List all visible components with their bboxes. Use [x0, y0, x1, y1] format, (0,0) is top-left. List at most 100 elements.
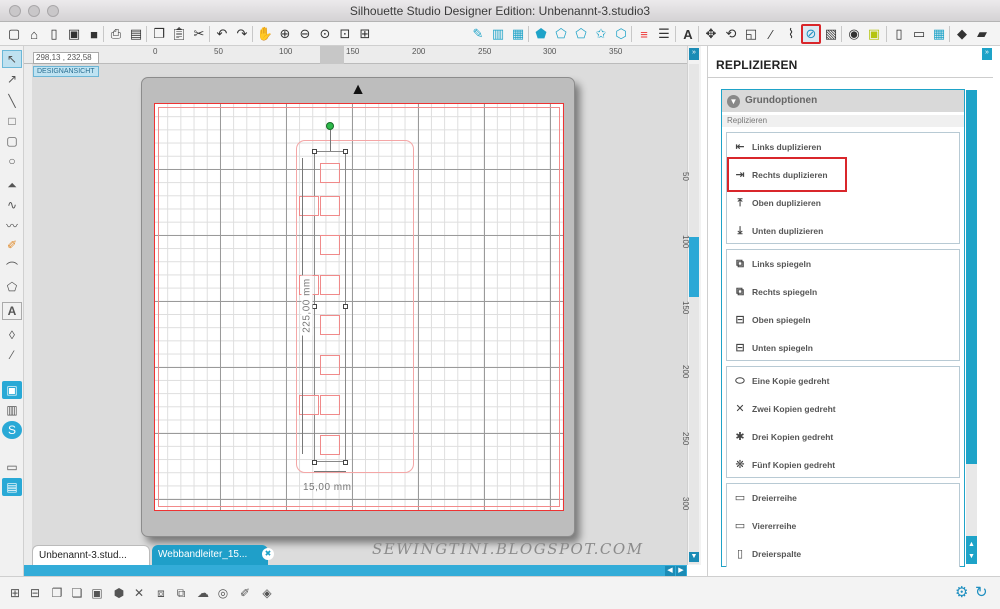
regular-polygon-icon[interactable]: ⬠ [2, 278, 22, 296]
fill-icon[interactable]: ▥ [488, 24, 508, 44]
page-setup-icon[interactable]: ▯ [889, 24, 909, 44]
line-width-icon[interactable]: ☰ [654, 24, 674, 44]
replicate-icon[interactable]: ⊘ [801, 24, 821, 44]
mirror-left-option[interactable]: ⧉ Links spiegeln [732, 253, 811, 275]
rectangle-tool-icon[interactable]: □ [2, 112, 22, 130]
scroll-thumb[interactable] [689, 237, 699, 297]
text-tool-icon[interactable]: A [2, 302, 22, 320]
fit-page-icon[interactable]: ⊡ [335, 24, 355, 44]
horizontal-scrollbar[interactable] [24, 565, 687, 576]
curve-tool-icon[interactable]: ∿ [2, 196, 22, 214]
mirror-right-option[interactable]: ⧉ Rechts spiegeln [732, 281, 817, 303]
tab-unbenannt[interactable]: Unbenannt-3.stud... ✖ [32, 545, 162, 565]
gear-icon[interactable]: ⚙ [955, 583, 968, 601]
panel-layout-icon[interactable]: ▤ [2, 478, 22, 496]
align-icon[interactable]: ✥ [701, 24, 721, 44]
line-color-icon[interactable]: ≡ [634, 24, 654, 44]
column-of-three-option[interactable]: ▯ Dreierspalte [732, 543, 801, 565]
offset-icon[interactable]: ☁ [194, 584, 212, 602]
scale-icon[interactable]: ◱ [741, 24, 761, 44]
library-view-icon[interactable]: ▥ [2, 401, 22, 419]
row-of-four-option[interactable]: ▭ Viererreihe [732, 515, 796, 537]
polygon-tool-icon[interactable]: ⏶ [2, 176, 22, 194]
phone-icon[interactable]: ▯ [44, 24, 64, 44]
shape-outline-icon[interactable]: ⬡ [611, 24, 631, 44]
paste-icon[interactable]: 📋︎ [169, 24, 189, 44]
resize-handle[interactable] [343, 149, 348, 154]
zoom-select-icon[interactable]: ⊙ [315, 24, 335, 44]
fit-all-icon[interactable]: ⊞ [355, 24, 375, 44]
eraser-icon[interactable]: ◆ [952, 24, 972, 44]
zoom-out-icon[interactable]: ⊖ [295, 24, 315, 44]
duplicate-up-option[interactable]: ⤒ Oben duplizieren [732, 192, 821, 214]
panel-scroll-up-icon[interactable]: ▲ [966, 540, 977, 550]
library-icon[interactable]: ◉ [844, 24, 864, 44]
rounded-rectangle-icon[interactable]: ▢ [2, 132, 22, 150]
scroll-left-icon[interactable]: ◀ [665, 566, 675, 576]
select-tool-icon[interactable]: ↖ [2, 50, 22, 68]
open-file-icon[interactable]: ⌂ [24, 24, 44, 44]
grid-icon[interactable]: ▦ [929, 24, 949, 44]
pan-icon[interactable]: ✋ [255, 24, 275, 44]
warp-icon[interactable]: ⌇ [781, 24, 801, 44]
undo-icon[interactable]: ↶ [212, 24, 232, 44]
eraser-tool-icon[interactable]: ◊ [2, 326, 22, 344]
rotate-three-copies-option[interactable]: ✱ Drei Kopien gedreht [732, 426, 833, 448]
line-tool-icon[interactable]: ╲ [2, 92, 22, 110]
duplicate-down-option[interactable]: ⤓ Unten duplizieren [732, 220, 824, 242]
row-of-three-option[interactable]: ▭ Dreierreihe [732, 487, 797, 509]
text-icon[interactable]: A [678, 24, 698, 44]
panel-scroll-track[interactable] [966, 464, 977, 536]
copy-icon[interactable]: ❐ [149, 24, 169, 44]
save-library-icon[interactable]: ■ [84, 24, 104, 44]
design-view-icon[interactable]: ▣ [2, 381, 22, 399]
rotate-five-copies-option[interactable]: ❋ Fünf Kopien gedreht [732, 454, 835, 476]
send-icon[interactable]: ▰ [972, 24, 992, 44]
scroll-right-icon[interactable]: ▶ [676, 566, 686, 576]
rotation-handle[interactable] [326, 122, 334, 130]
tab-webbandleiter[interactable]: Webbandleiter_15... ✖ [152, 545, 274, 565]
modify-icon[interactable]: ▧ [821, 24, 841, 44]
shape-fill-icon[interactable]: ⬟ [531, 24, 551, 44]
print-icon[interactable]: ⎙ [106, 24, 126, 44]
arc-tool-icon[interactable]: ⌒ [2, 258, 22, 276]
zoom-in-icon[interactable]: ⊕ [275, 24, 295, 44]
layers-icon[interactable]: ◈ [258, 584, 276, 602]
refresh-icon[interactable]: ↻ [975, 583, 988, 601]
ellipse-tool-icon[interactable]: ○ [2, 152, 22, 170]
panel-scroll-down-icon[interactable]: ▼ [966, 552, 977, 562]
shape-icon[interactable]: ⬠ [551, 24, 571, 44]
window-icon[interactable]: ▭ [2, 458, 22, 476]
arrange-front-icon[interactable]: ⧈ [152, 584, 170, 602]
resize-handle[interactable] [343, 460, 348, 465]
resize-handle[interactable] [312, 149, 317, 154]
send-cut-icon[interactable]: ▤ [126, 24, 146, 44]
group-icon[interactable]: ⊞ [6, 584, 24, 602]
bring-forward-icon[interactable]: ▣ [88, 584, 106, 602]
smooth-freehand-icon[interactable]: ✐ [2, 236, 22, 254]
rotate-two-copies-option[interactable]: ✕ Zwei Kopien gedreht [732, 398, 835, 420]
ungroup-icon[interactable]: ⊟ [26, 584, 44, 602]
edit-points-icon[interactable]: ↗ [2, 70, 22, 88]
resize-handle[interactable] [312, 460, 317, 465]
resize-handle[interactable] [343, 304, 348, 309]
star-icon[interactable]: ⬠ [571, 24, 591, 44]
duplicate-left-option[interactable]: ⇤ Links duplizieren [732, 136, 821, 158]
knife-icon[interactable]: ✐ [236, 584, 254, 602]
line-style-icon[interactable]: ✎ [468, 24, 488, 44]
arrange-back-icon[interactable]: ⧉ [172, 584, 190, 602]
release-compound-icon[interactable]: ❏ [68, 584, 86, 602]
redo-icon[interactable]: ↷ [232, 24, 252, 44]
new-file-icon[interactable]: ▢ [4, 24, 24, 44]
store-icon[interactable]: ▣ [864, 24, 884, 44]
weld-icon[interactable]: ⬢ [110, 584, 128, 602]
save-icon[interactable]: ▣ [64, 24, 84, 44]
scroll-down-icon[interactable]: ▼ [689, 552, 699, 562]
scroll-track[interactable] [689, 64, 699, 564]
collapse-panel-icon[interactable]: » [689, 48, 699, 60]
trace-icon[interactable]: ◎ [214, 584, 232, 602]
rotate-one-copy-option[interactable]: ⬭ Eine Kopie gedreht [732, 370, 829, 392]
star-outline-icon[interactable]: ✩ [591, 24, 611, 44]
delete-icon[interactable]: ✕ [130, 584, 148, 602]
panel-collapse-icon[interactable]: » [982, 48, 992, 60]
